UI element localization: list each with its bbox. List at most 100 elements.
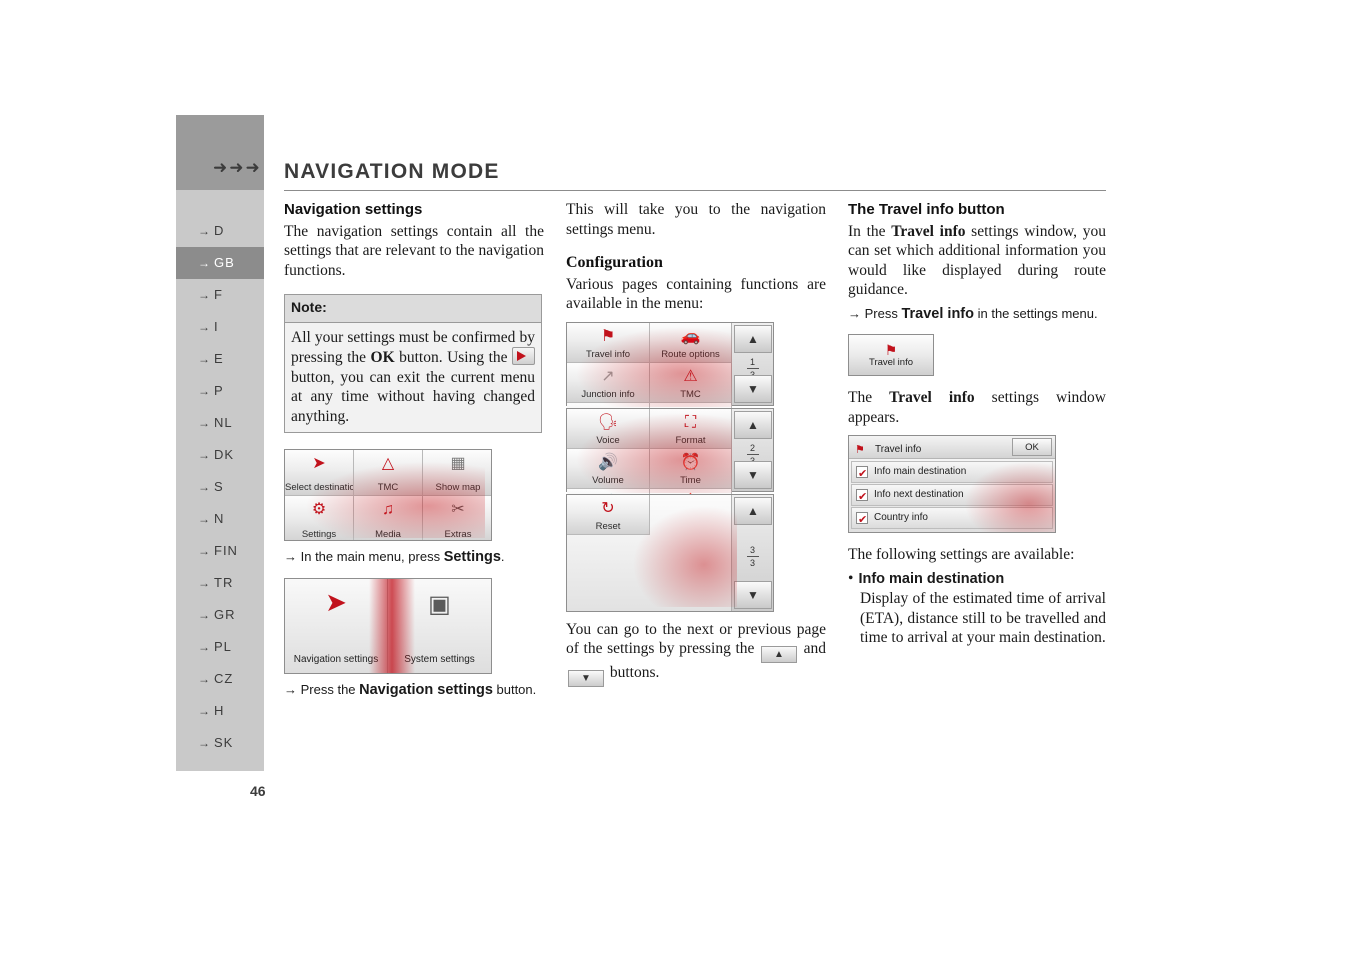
footer-text-post: buttons. (606, 664, 660, 681)
sidebar-item-i[interactable]: → I (176, 311, 264, 343)
arrow-right-icon: → (198, 224, 211, 238)
counter-total: 3 (749, 557, 755, 568)
inline-page-down-button[interactable]: ▼ (568, 670, 604, 687)
arrow-right-icon: → (198, 288, 211, 302)
arrow-right-icon: → (198, 608, 211, 622)
language-sidebar: → D → GB → F → I → E → P → NL → DK → S → N → FIN → TR → GR → PL → CZ →… (176, 115, 264, 771)
bullet-body: Display of the estimated time of arrival… (860, 590, 1106, 646)
step-text-bold: Travel info (901, 305, 974, 322)
sidebar-item-h[interactable]: → H (176, 695, 264, 727)
page-down-button[interactable]: ▼ (734, 580, 772, 609)
tile-media[interactable]: ♫ Media (354, 496, 423, 540)
sidebar-item-label: NL (214, 415, 233, 430)
step-text-post: . (500, 549, 505, 564)
tile-select-destination[interactable]: ➤ Select destination (285, 450, 354, 496)
sidebar-item-label: S (214, 479, 224, 494)
page-up-button[interactable]: ▲ (734, 496, 772, 525)
travel-info-button-label: Travel info (869, 356, 913, 368)
footer-text-mid: and (799, 640, 826, 657)
media-icon: ♫ (382, 501, 394, 518)
sidebar-item-gb[interactable]: → GB (176, 247, 264, 279)
reset-icon: ↻ (601, 499, 615, 517)
tile-label: Volume (592, 475, 624, 486)
page-number: 46 (250, 783, 266, 799)
sidebar-item-cz[interactable]: → CZ (176, 663, 264, 695)
checkbox-label: Info next destination (874, 489, 964, 500)
column-two: This will take you to the navigation set… (566, 200, 826, 701)
arrow-right-icon: → (198, 256, 211, 270)
system-gear-icon: ▣ (428, 590, 451, 618)
settings-menu-screenshot: ➤ Navigation settings ▣ System settings (284, 577, 492, 674)
chapter-chevrons: ➜➜➜ (213, 158, 262, 177)
tile-show-map[interactable]: ▦ Show map (423, 450, 491, 496)
checkbox-icon[interactable] (856, 487, 868, 507)
tile-travel-info[interactable]: ⚑ Travel info (567, 322, 650, 363)
travel-info-button-screenshot[interactable]: ⚑ Travel info (848, 334, 934, 376)
ok-button[interactable]: OK (1012, 438, 1052, 456)
sidebar-item-f[interactable]: → F (176, 279, 264, 311)
section-heading-travel-info: The Travel info button (848, 201, 1005, 218)
travel-info-icon: ⚑ (600, 327, 616, 345)
checkbox-row-info-next-destination[interactable]: Info next destination (851, 484, 1053, 507)
arrow-right-icon: → (198, 704, 211, 718)
para-text-bold: Travel info (891, 222, 966, 240)
sidebar-item-gr[interactable]: → GR (176, 599, 264, 631)
checkbox-icon[interactable] (856, 464, 868, 484)
page-up-button[interactable]: ▲ (734, 410, 772, 439)
arrow-right-icon: → (198, 416, 211, 430)
sidebar-item-dk[interactable]: → DK (176, 439, 264, 471)
sidebar-item-e[interactable]: → E (176, 343, 264, 375)
tile-volume[interactable]: 🔊 Volume (567, 448, 650, 489)
tile-label: Travel info (586, 349, 630, 360)
sidebar-item-fin[interactable]: → FIN (176, 535, 264, 567)
travel-info-paragraph: In the Travel info settings window, you … (848, 222, 1106, 300)
inline-page-up-button[interactable]: ▲ (761, 646, 797, 663)
arrow-right-icon: → (198, 512, 211, 526)
counter-current: 2 (749, 442, 755, 453)
sidebar-item-tr[interactable]: → TR (176, 567, 264, 599)
page-navigation-instructions: You can go to the next or previous page … (566, 620, 826, 687)
tile-voice[interactable]: 🗣 Voice (567, 408, 650, 449)
warning-triangle-icon: △ (381, 455, 395, 472)
sidebar-item-nl[interactable]: → NL (176, 407, 264, 439)
sidebar-item-n[interactable]: → N (176, 503, 264, 535)
section-heading-configuration: Configuration (566, 254, 663, 271)
tile-tmc[interactable]: ⚠ TMC (650, 362, 732, 403)
page-3-scroll-column: ▲ 3 3 ▼ (731, 494, 773, 611)
sidebar-item-sk[interactable]: → SK (176, 727, 264, 759)
step-text-post: button. (492, 681, 537, 697)
tile-extras[interactable]: ✂ Extras (423, 496, 491, 540)
tile-label: Settings (301, 530, 337, 540)
tile-system-settings[interactable]: ▣ System settings (388, 578, 491, 673)
settings-bullet-list: • Info main destination Display of the es… (848, 569, 1106, 648)
tile-format[interactable]: ⛶ Format (650, 408, 732, 449)
sidebar-item-p[interactable]: → P (176, 375, 264, 407)
page-up-button[interactable]: ▲ (734, 324, 772, 353)
page-down-button[interactable]: ▼ (734, 460, 772, 489)
tile-tmc[interactable]: △ TMC (354, 450, 423, 496)
page-3-counter: 3 3 (732, 545, 773, 568)
page-down-button[interactable]: ▼ (734, 374, 772, 403)
navigation-arrow-icon: ➤ (312, 455, 326, 472)
available-settings-text: The following settings are available: (848, 546, 1075, 563)
tile-route-options[interactable]: 🚗 Route options (650, 322, 732, 363)
tile-settings[interactable]: ⚙ Settings (285, 496, 354, 540)
step-text-bold: Settings (443, 549, 501, 565)
sidebar-item-pl[interactable]: → PL (176, 631, 264, 663)
sidebar-item-label: P (214, 383, 224, 398)
tile-junction-info[interactable]: ↗ Junction info (567, 362, 650, 403)
column-three: The Travel info button In the Travel inf… (848, 200, 1106, 650)
sidebar-item-d[interactable]: → D (176, 215, 264, 247)
checkbox-icon[interactable] (856, 510, 868, 530)
tile-time[interactable]: ⏰ Time (650, 448, 732, 489)
page-1-scroll-column: ▲ 1 3 ▼ (731, 322, 773, 405)
tile-navigation-settings[interactable]: ➤ Navigation settings (285, 578, 388, 673)
checkbox-row-info-main-destination[interactable]: Info main destination (851, 461, 1053, 484)
sidebar-item-s[interactable]: → S (176, 471, 264, 503)
checkbox-row-country-info[interactable]: Country info (851, 507, 1053, 530)
tile-reset[interactable]: ↻ Reset (567, 494, 650, 535)
travel-info-icon: ⚑ (855, 444, 865, 456)
gears-icon: ⚙ (311, 501, 327, 518)
tile-label: TMC (680, 389, 701, 400)
step-text-pre: → Press the (284, 681, 360, 697)
